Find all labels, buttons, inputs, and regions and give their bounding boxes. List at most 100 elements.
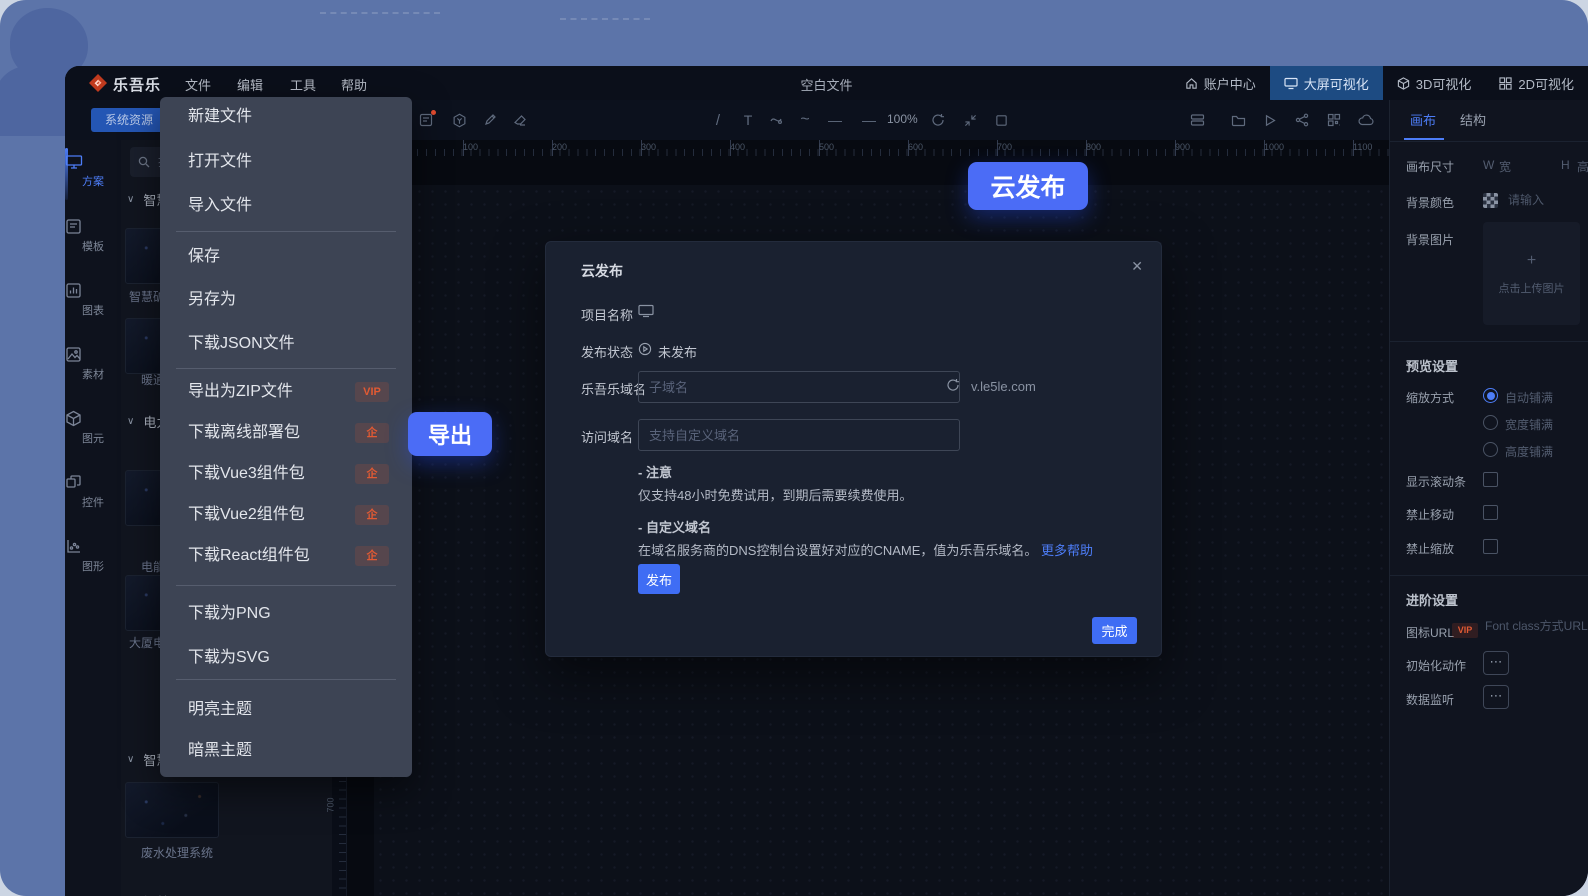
upload-hint: 点击上传图片 <box>1499 280 1565 296</box>
layout-board-icon[interactable] <box>1184 100 1210 140</box>
active-tab-underline <box>1404 138 1444 140</box>
workspace-tab-3d[interactable]: 3D可视化 <box>1383 66 1486 100</box>
radio-auto-fit[interactable] <box>1483 388 1498 403</box>
sidebar-item-label: 控件 <box>82 497 104 509</box>
text-tool-icon[interactable]: T <box>735 100 761 140</box>
menu-divider <box>176 368 396 369</box>
sidebar-item-charts[interactable]: 图表 <box>65 282 121 318</box>
refresh-zoom-icon[interactable] <box>925 100 951 140</box>
data-listen-more-button[interactable]: ⋯ <box>1483 685 1509 709</box>
ruler-label: 700 <box>997 142 1012 152</box>
no-move-checkbox[interactable] <box>1483 505 1498 520</box>
gallery-thumbnail[interactable] <box>125 782 219 838</box>
vip-badge: VIP <box>355 382 389 402</box>
gallery-section-header[interactable]: ∨ 智慧工厂 <box>127 892 195 896</box>
sidebar-item-assets[interactable]: 素材 <box>65 346 121 382</box>
sidebar-item-solutions[interactable]: 方案 <box>65 154 121 189</box>
cloud-publish-callout[interactable]: 云发布 <box>968 162 1088 210</box>
dash-line-icon[interactable]: — <box>822 100 848 140</box>
ruler-label: 600 <box>908 142 923 152</box>
bg-color-input[interactable] <box>1506 192 1580 208</box>
pen-hexagon-icon[interactable] <box>446 100 472 140</box>
show-scrollbar-checkbox[interactable] <box>1483 472 1498 487</box>
upload-image-dropzone[interactable]: + 点击上传图片 <box>1483 222 1580 325</box>
tab-canvas[interactable]: 画布 <box>1410 110 1436 129</box>
fit-screen-icon[interactable] <box>957 100 983 140</box>
refresh-icon[interactable] <box>946 378 960 392</box>
line-tool-icon[interactable]: / <box>705 100 731 140</box>
menu-item-save-as[interactable]: 另存为 <box>188 280 396 320</box>
menu-item-dark-theme[interactable]: 暗黑主题 <box>188 731 396 771</box>
menu-item-import-file[interactable]: 导入文件 <box>188 186 396 226</box>
project-name-label: 项目名称 <box>581 305 633 324</box>
ruler-label: 800 <box>1086 142 1101 152</box>
ruler-label: 300 <box>641 142 656 152</box>
share-icon[interactable] <box>1289 100 1315 140</box>
zoom-level[interactable]: 100% <box>887 112 918 126</box>
pen-tool-icon[interactable] <box>763 100 789 140</box>
panel-divider <box>1390 141 1588 142</box>
curve-tool-icon[interactable]: ~ <box>792 100 818 140</box>
menu-item-download-png[interactable]: 下载为PNG <box>188 594 396 634</box>
menu-item-download-svg[interactable]: 下载为SVG <box>188 638 396 678</box>
le5le-logo-icon <box>89 74 107 92</box>
init-action-label: 初始化动作 <box>1406 657 1466 674</box>
component-panel-icon[interactable] <box>413 100 439 140</box>
close-icon[interactable]: ✕ <box>1131 258 1143 275</box>
preview-play-icon[interactable] <box>1257 100 1283 140</box>
publish-button[interactable]: 发布 <box>638 564 680 594</box>
menubar-item-edit[interactable]: 编辑 <box>237 75 263 94</box>
solid-line-icon[interactable]: — <box>856 100 882 140</box>
done-button[interactable]: 完成 <box>1092 617 1137 644</box>
account-center-button[interactable]: 账户中心 <box>1171 66 1270 100</box>
more-help-link[interactable]: 更多帮助 <box>1041 543 1093 558</box>
pencil-icon[interactable] <box>477 100 503 140</box>
sidebar-item-widgets[interactable]: 控件 <box>65 474 121 510</box>
menu-item-new-file[interactable]: 新建文件 <box>188 97 396 137</box>
plus-icon: + <box>1527 252 1536 270</box>
frame-select-icon[interactable] <box>988 100 1014 140</box>
radio-fit-height[interactable] <box>1483 442 1498 457</box>
menu-divider <box>176 585 396 586</box>
radio-fit-width[interactable] <box>1483 415 1498 430</box>
cloud-icon[interactable] <box>1353 100 1379 140</box>
menu-item-save[interactable]: 保存 <box>188 237 396 277</box>
gallery-section-title: 智慧工厂 <box>143 892 195 896</box>
sidebar-item-pens[interactable]: 图元 <box>65 410 121 446</box>
color-swatch-icon[interactable] <box>1483 193 1498 208</box>
no-scale-checkbox[interactable] <box>1483 539 1498 554</box>
image-icon <box>65 346 121 363</box>
init-action-more-button[interactable]: ⋯ <box>1483 651 1509 675</box>
custom-domain-input[interactable] <box>638 419 960 451</box>
workspace-tab-2d[interactable]: 2D可视化 <box>1485 66 1588 100</box>
top-bar: 乐吾乐 文件 编辑 工具 帮助 空白文件 账户中心 大屏可视化 <box>65 66 1588 101</box>
menu-item-open-file[interactable]: 打开文件 <box>188 142 396 182</box>
menubar-item-file[interactable]: 文件 <box>185 75 211 94</box>
sidebar-item-graphics[interactable]: 图形 <box>65 538 121 574</box>
solutions-monitor-icon <box>65 154 121 170</box>
publish-status-label: 发布状态 <box>581 342 633 361</box>
system-resource-button[interactable]: 系统资源 <box>91 108 167 132</box>
subdomain-input[interactable] <box>638 371 960 403</box>
zoom-mode-label: 缩放方式 <box>1406 389 1454 406</box>
height-label: 高 <box>1577 158 1588 175</box>
widgets-icon <box>65 474 121 491</box>
menubar-item-tools[interactable]: 工具 <box>290 75 316 94</box>
eraser-icon[interactable] <box>507 100 533 140</box>
monitor-icon <box>1284 77 1298 90</box>
menu-item-light-theme[interactable]: 明亮主题 <box>188 690 396 730</box>
custom-domain-body: 在域名服务商的DNS控制台设置好对应的CNAME，值为乐吾乐域名。 更多帮助 <box>638 540 1093 559</box>
sidebar-item-templates[interactable]: 模板 <box>65 218 121 254</box>
radio-label: 自动铺满 <box>1505 389 1553 406</box>
qr-code-icon[interactable] <box>1321 100 1347 140</box>
icon-url-label: 图标URL <box>1406 624 1454 641</box>
tab-structure[interactable]: 结构 <box>1460 110 1486 129</box>
icon-url-input[interactable] <box>1483 618 1588 634</box>
export-callout[interactable]: 导出 <box>408 412 492 456</box>
sidebar-item-label: 模板 <box>82 241 104 253</box>
menu-item-download-json[interactable]: 下载JSON文件 <box>188 324 396 364</box>
right-properties-panel: 画布 结构 画布尺寸 W 宽 H 高 背景颜色 背景图片 + 点击上传图片 预览… <box>1389 100 1588 896</box>
folder-icon[interactable] <box>1225 100 1251 140</box>
workspace-tab-bigscreen[interactable]: 大屏可视化 <box>1270 66 1383 100</box>
menubar-item-help[interactable]: 帮助 <box>341 75 367 94</box>
